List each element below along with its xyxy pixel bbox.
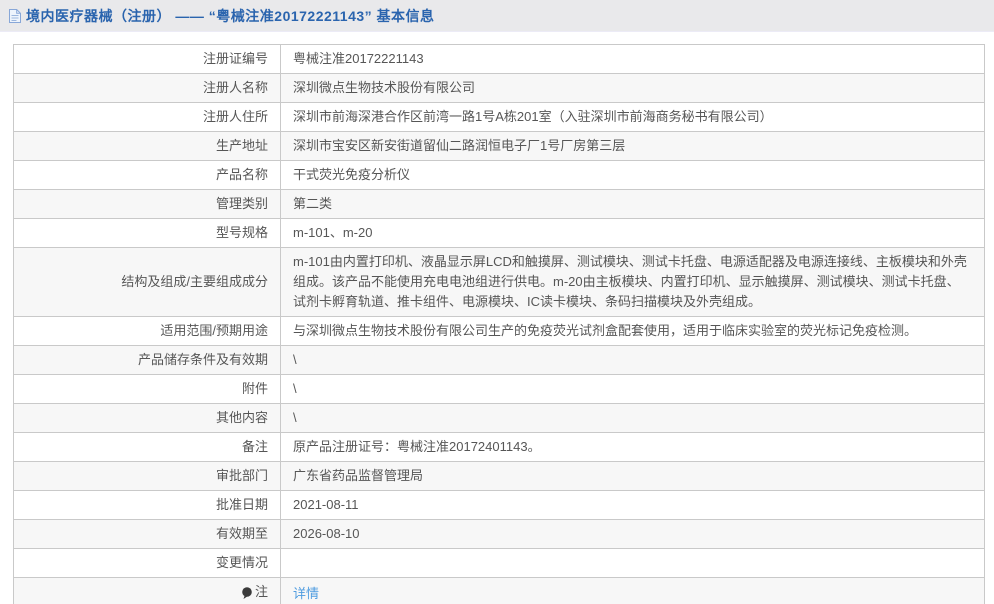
row-label: 注册人住所 xyxy=(13,102,281,132)
table-row: 备注 原产品注册证号：粤械注准20172401143。 xyxy=(13,432,985,462)
table-row: 注册人住所 深圳市前海深港合作区前湾一路1号A栋201室（入驻深圳市前海商务秘书… xyxy=(13,102,985,132)
row-value: 粤械注准20172221143 xyxy=(280,44,985,74)
table-row: 注册人名称 深圳微点生物技术股份有限公司 xyxy=(13,73,985,103)
detail-link[interactable]: 详情 xyxy=(293,586,319,601)
table-row: 管理类别 第二类 xyxy=(13,189,985,219)
row-value: 2021-08-11 xyxy=(280,490,985,520)
table-row: 生产地址 深圳市宝安区新安街道留仙二路润恒电子厂1号厂房第三层 xyxy=(13,131,985,161)
table-row: 有效期至 2026-08-10 xyxy=(13,519,985,549)
page-header: 境内医疗器械（注册） —— “粤械注准20172221143” 基本信息 xyxy=(0,0,994,31)
table-row: 附件 \ xyxy=(13,374,985,404)
row-label: 管理类别 xyxy=(13,189,281,219)
row-value: \ xyxy=(280,403,985,433)
row-label: 批准日期 xyxy=(13,490,281,520)
row-value: 深圳市前海深港合作区前湾一路1号A栋201室（入驻深圳市前海商务秘书有限公司） xyxy=(280,102,985,132)
table-row: 变更情况 xyxy=(13,548,985,578)
row-value: 广东省药品监督管理局 xyxy=(280,461,985,491)
row-label: 结构及组成/主要组成成分 xyxy=(13,247,281,317)
row-value: 第二类 xyxy=(280,189,985,219)
row-label: 附件 xyxy=(13,374,281,404)
row-value: 原产品注册证号：粤械注准20172401143。 xyxy=(280,432,985,462)
row-label: 备注 xyxy=(13,432,281,462)
row-value: 深圳市宝安区新安街道留仙二路润恒电子厂1号厂房第三层 xyxy=(280,131,985,161)
row-value: 与深圳微点生物技术股份有限公司生产的免疫荧光试剂盒配套使用，适用于临床实验室的荧… xyxy=(280,316,985,346)
row-label: 有效期至 xyxy=(13,519,281,549)
row-label: 产品储存条件及有效期 xyxy=(13,345,281,375)
row-value-note: 详情 xyxy=(280,577,985,604)
page-title: 境内医疗器械（注册） —— “粤械注准20172221143” 基本信息 xyxy=(26,7,435,24)
table-row: 型号规格 m-101、m-20 xyxy=(13,218,985,248)
content-panel: 注册证编号 粤械注准20172221143 注册人名称 深圳微点生物技术股份有限… xyxy=(0,31,994,604)
table-row: 批准日期 2021-08-11 xyxy=(13,490,985,520)
table-row: 适用范围/预期用途 与深圳微点生物技术股份有限公司生产的免疫荧光试剂盒配套使用，… xyxy=(13,316,985,346)
row-label-note: 注 xyxy=(13,577,281,604)
row-label: 注册人名称 xyxy=(13,73,281,103)
row-label: 型号规格 xyxy=(13,218,281,248)
row-label: 其他内容 xyxy=(13,403,281,433)
row-value: m-101、m-20 xyxy=(280,218,985,248)
row-value: \ xyxy=(280,374,985,404)
row-value: m-101由内置打印机、液晶显示屏LCD和触摸屏、测试模块、测试卡托盘、电源适配… xyxy=(280,247,985,317)
row-value xyxy=(280,548,985,578)
registration-info-table: 注册证编号 粤械注准20172221143 注册人名称 深圳微点生物技术股份有限… xyxy=(13,44,985,604)
row-label: 适用范围/预期用途 xyxy=(13,316,281,346)
table-row: 注册证编号 粤械注准20172221143 xyxy=(13,44,985,74)
row-label: 产品名称 xyxy=(13,160,281,190)
row-label: 审批部门 xyxy=(13,461,281,491)
row-value: 2026-08-10 xyxy=(280,519,985,549)
note-label-text: 注 xyxy=(254,584,268,599)
table-row-note: 注 详情 xyxy=(13,577,985,604)
table-row: 产品储存条件及有效期 \ xyxy=(13,345,985,375)
comment-note-icon xyxy=(241,586,253,600)
table-row: 其他内容 \ xyxy=(13,403,985,433)
table-row: 审批部门 广东省药品监督管理局 xyxy=(13,461,985,491)
row-value: 深圳微点生物技术股份有限公司 xyxy=(280,73,985,103)
row-value: \ xyxy=(280,345,985,375)
table-row: 结构及组成/主要组成成分 m-101由内置打印机、液晶显示屏LCD和触摸屏、测试… xyxy=(13,247,985,317)
document-icon xyxy=(8,8,22,24)
row-value: 干式荧光免疫分析仪 xyxy=(280,160,985,190)
row-label: 变更情况 xyxy=(13,548,281,578)
row-label: 注册证编号 xyxy=(13,44,281,74)
table-row: 产品名称 干式荧光免疫分析仪 xyxy=(13,160,985,190)
row-label: 生产地址 xyxy=(13,131,281,161)
